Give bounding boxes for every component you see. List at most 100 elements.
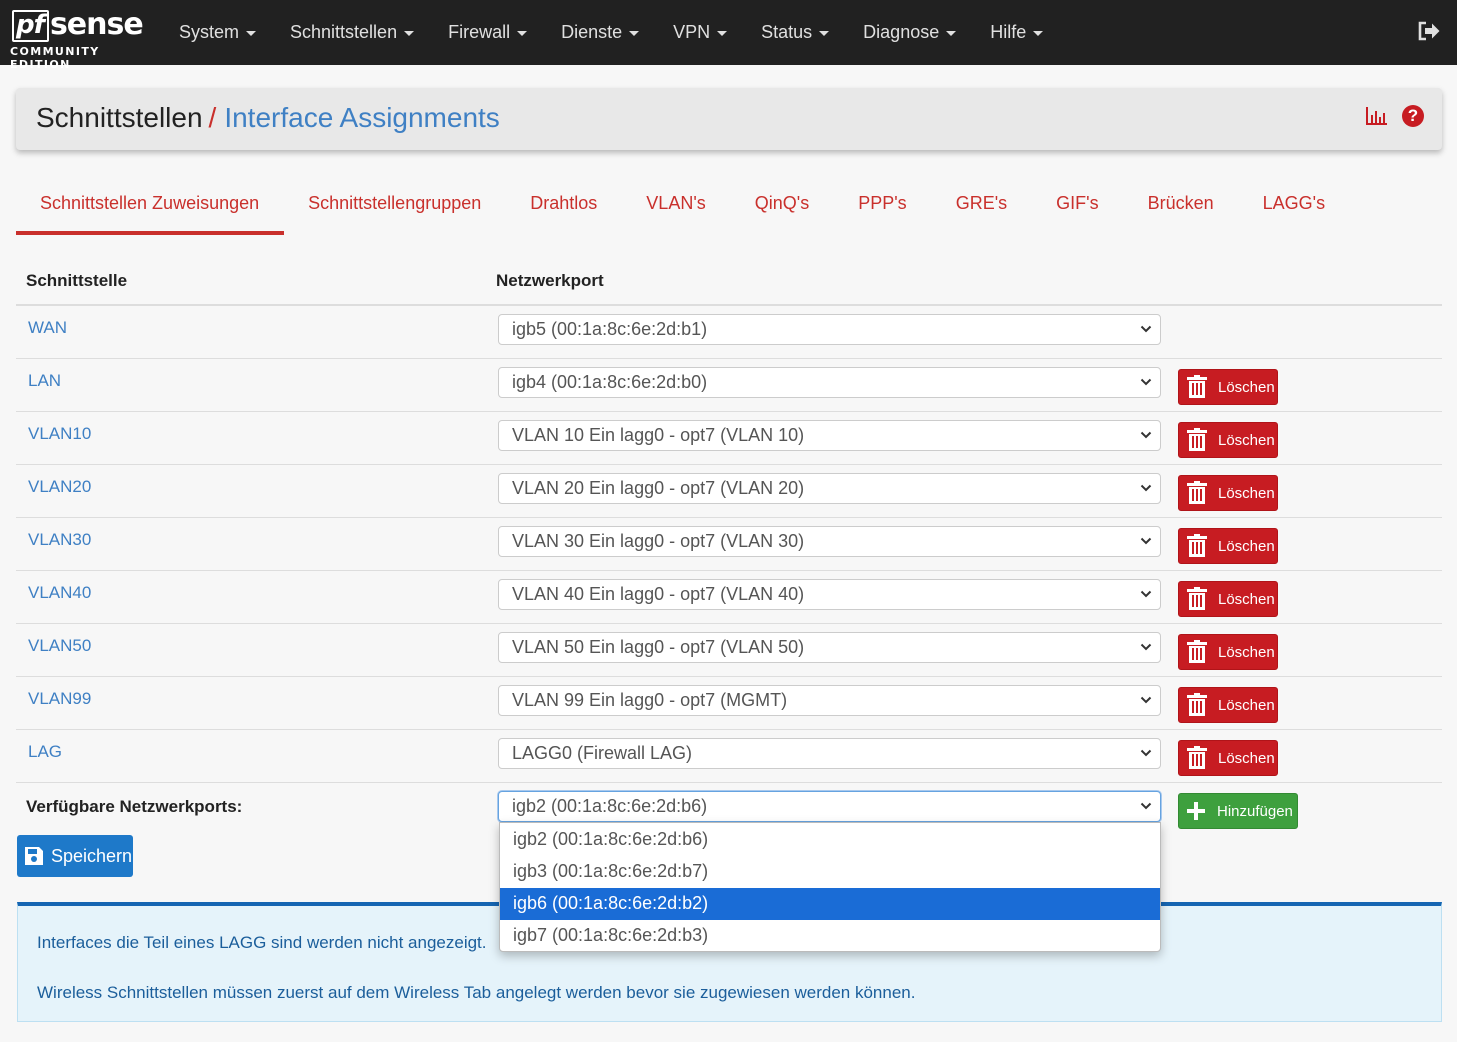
- info-wireless-note: Wireless Schnittstellen müssen zuerst au…: [37, 983, 916, 1002]
- delete-button[interactable]: Löschen: [1178, 740, 1278, 776]
- chevron-down-icon: [1140, 431, 1152, 439]
- tab-vlans[interactable]: VLAN's: [622, 175, 730, 235]
- port-select[interactable]: VLAN 40 Ein lagg0 - opt7 (VLAN 40): [498, 579, 1161, 610]
- tab-ppps[interactable]: PPP's: [834, 175, 931, 235]
- logo-edition: COMMUNITY EDITION: [10, 45, 100, 71]
- port-select[interactable]: VLAN 99 Ein lagg0 - opt7 (MGMT): [498, 685, 1161, 716]
- page-title[interactable]: Interface Assignments: [224, 102, 499, 133]
- port-select[interactable]: VLAN 50 Ein lagg0 - opt7 (VLAN 50): [498, 632, 1161, 663]
- dropdown-option-highlighted[interactable]: igb6 (00:1a:8c:6e:2d:b2): [500, 888, 1160, 920]
- select-value: VLAN 30 Ein lagg0 - opt7 (VLAN 30): [512, 531, 805, 551]
- port-select[interactable]: VLAN 30 Ein lagg0 - opt7 (VLAN 30): [498, 526, 1161, 557]
- menu-label: Dienste: [561, 22, 623, 42]
- menu-diagnostics[interactable]: Diagnose: [846, 22, 973, 43]
- port-select[interactable]: VLAN 20 Ein lagg0 - opt7 (VLAN 20): [498, 473, 1161, 504]
- tab-gifs[interactable]: GIF's: [1032, 175, 1123, 235]
- dropdown-option[interactable]: igb3 (00:1a:8c:6e:2d:b7): [500, 856, 1160, 888]
- port-select[interactable]: VLAN 10 Ein lagg0 - opt7 (VLAN 10): [498, 420, 1161, 451]
- menu-label: Hilfe: [990, 22, 1027, 42]
- delete-button-label: Löschen: [1218, 537, 1275, 555]
- available-ports-select[interactable]: igb2 (00:1a:8c:6e:2d:b6): [498, 791, 1161, 822]
- chevron-down-icon: [1140, 378, 1152, 386]
- select-value: VLAN 10 Ein lagg0 - opt7 (VLAN 10): [512, 425, 805, 445]
- breadcrumb-icons: ?: [1366, 105, 1424, 127]
- tab-bridges[interactable]: Brücken: [1124, 175, 1239, 235]
- interface-link[interactable]: LAG: [28, 742, 62, 762]
- tab-qinqs[interactable]: QinQ's: [731, 175, 834, 235]
- select-value: VLAN 20 Ein lagg0 - opt7 (VLAN 20): [512, 478, 805, 498]
- bar-chart-icon[interactable]: [1366, 106, 1388, 126]
- interface-link[interactable]: VLAN40: [28, 583, 91, 603]
- column-header-interface: Schnittstelle: [26, 271, 128, 290]
- table-row: VLAN10 VLAN 10 Ein lagg0 - opt7 (VLAN 10)…: [16, 412, 1442, 465]
- table-row: VLAN30 VLAN 30 Ein lagg0 - opt7 (VLAN 30)…: [16, 518, 1442, 571]
- menu-label: Status: [761, 22, 813, 42]
- question-circle-icon[interactable]: ?: [1402, 105, 1424, 127]
- delete-button-label: Löschen: [1218, 484, 1275, 502]
- delete-button[interactable]: Löschen: [1178, 634, 1278, 670]
- interface-link[interactable]: VLAN10: [28, 424, 91, 444]
- interface-link[interactable]: VLAN50: [28, 636, 91, 656]
- delete-button-label: Löschen: [1218, 590, 1275, 608]
- menu-help[interactable]: Hilfe: [973, 22, 1060, 43]
- breadcrumb-panel: Schnittstellen / Interface Assignments ?: [16, 88, 1442, 150]
- caret-down-icon: [819, 31, 830, 36]
- caret-down-icon: [246, 31, 257, 36]
- top-navbar: pf sense COMMUNITY EDITION System Schnitt…: [0, 0, 1457, 72]
- chevron-down-icon: [1140, 537, 1152, 545]
- delete-button[interactable]: Löschen: [1178, 581, 1278, 617]
- menu-vpn[interactable]: VPN: [656, 22, 744, 43]
- menu-status[interactable]: Status: [744, 22, 846, 43]
- floppy-disk-icon: [25, 847, 43, 865]
- menu-services[interactable]: Dienste: [544, 22, 656, 43]
- caret-down-icon: [946, 31, 957, 36]
- select-value: igb4 (00:1a:8c:6e:2d:b0): [512, 372, 708, 392]
- delete-button[interactable]: Löschen: [1178, 687, 1278, 723]
- menu-firewall[interactable]: Firewall: [431, 22, 544, 43]
- delete-button-label: Löschen: [1218, 696, 1275, 714]
- menu-interfaces[interactable]: Schnittstellen: [273, 22, 431, 43]
- breadcrumb: Schnittstellen / Interface Assignments: [36, 102, 500, 134]
- delete-button[interactable]: Löschen: [1178, 422, 1278, 458]
- logo-wordmark: pf sense: [12, 10, 144, 42]
- delete-button[interactable]: Löschen: [1178, 528, 1278, 564]
- save-button-label: Speichern: [51, 845, 133, 866]
- interface-link[interactable]: LAN: [28, 371, 61, 391]
- delete-button[interactable]: Löschen: [1178, 475, 1278, 511]
- tab-gres[interactable]: GRE's: [932, 175, 1032, 235]
- dropdown-option[interactable]: igb7 (00:1a:8c:6e:2d:b3): [500, 920, 1160, 952]
- menu-label: System: [179, 22, 240, 42]
- select-value: VLAN 40 Ein lagg0 - opt7 (VLAN 40): [512, 584, 805, 604]
- trash-icon: [1187, 534, 1207, 557]
- sign-out-icon[interactable]: [1417, 20, 1441, 42]
- port-select[interactable]: LAGG0 (Firewall LAG): [498, 738, 1161, 769]
- pfsense-logo[interactable]: pf sense COMMUNITY EDITION: [10, 6, 150, 72]
- trash-icon: [1187, 428, 1207, 451]
- trash-icon: [1187, 375, 1207, 398]
- interface-link[interactable]: VLAN20: [28, 477, 91, 497]
- table-row: VLAN20 VLAN 20 Ein lagg0 - opt7 (VLAN 20)…: [16, 465, 1442, 518]
- tab-wireless[interactable]: Drahtlos: [506, 175, 622, 235]
- add-button[interactable]: Hinzufügen: [1178, 793, 1298, 829]
- save-button[interactable]: Speichern: [17, 835, 133, 877]
- dropdown-option[interactable]: igb2 (00:1a:8c:6e:2d:b6): [500, 824, 1160, 856]
- chevron-down-icon: [1140, 749, 1152, 757]
- available-ports-label: Verfügbare Netzwerkports:: [26, 797, 243, 816]
- port-select[interactable]: igb5 (00:1a:8c:6e:2d:b1): [498, 314, 1161, 345]
- interface-link[interactable]: VLAN30: [28, 530, 91, 550]
- menu-system[interactable]: System: [162, 22, 273, 43]
- caret-down-icon: [629, 31, 640, 36]
- tab-interface-groups[interactable]: Schnittstellengruppen: [284, 175, 506, 235]
- delete-button[interactable]: Löschen: [1178, 369, 1278, 405]
- interface-link[interactable]: VLAN99: [28, 689, 91, 709]
- select-value: igb2 (00:1a:8c:6e:2d:b6): [512, 796, 708, 816]
- tab-interface-assignments[interactable]: Schnittstellen Zuweisungen: [16, 175, 285, 235]
- select-value: VLAN 99 Ein lagg0 - opt7 (MGMT): [512, 690, 788, 710]
- interface-link[interactable]: WAN: [28, 318, 67, 338]
- plus-icon: [1187, 802, 1205, 820]
- tab-laggs[interactable]: LAGG's: [1239, 175, 1350, 235]
- menu-label: Firewall: [448, 22, 511, 42]
- chevron-down-icon: [1140, 802, 1152, 810]
- port-select[interactable]: igb4 (00:1a:8c:6e:2d:b0): [498, 367, 1161, 398]
- select-value: VLAN 50 Ein lagg0 - opt7 (VLAN 50): [512, 637, 805, 657]
